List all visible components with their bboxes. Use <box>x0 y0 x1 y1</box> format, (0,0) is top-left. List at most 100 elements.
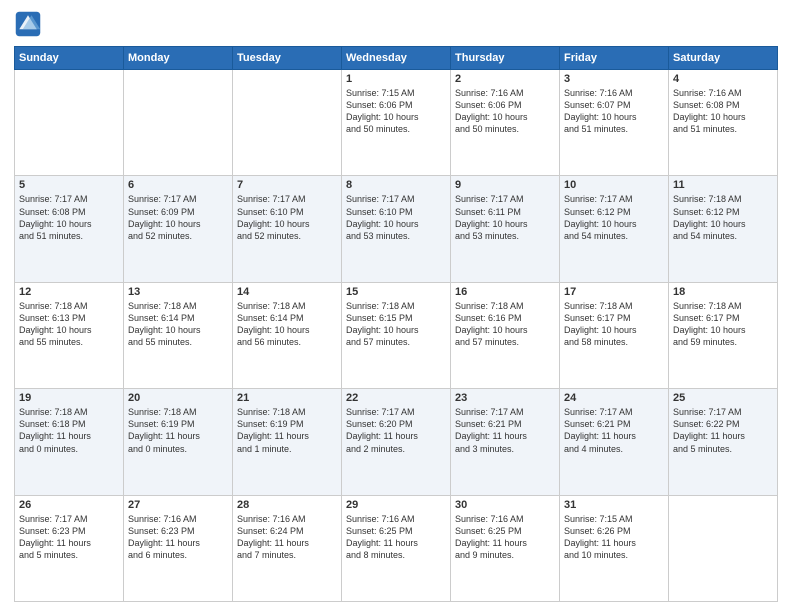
day-info: Sunrise: 7:16 AM Sunset: 6:25 PM Dayligh… <box>346 513 446 562</box>
day-cell: 10 Sunrise: 7:17 AM Sunset: 6:12 PM Dayli… <box>560 176 669 282</box>
week-row-1: 1Sunrise: 7:15 AM Sunset: 6:06 PM Daylig… <box>15 70 778 176</box>
day-cell: 21 Sunrise: 7:18 AM Sunset: 6:19 PM Dayli… <box>233 389 342 495</box>
day-cell: 22 Sunrise: 7:17 AM Sunset: 6:20 PM Dayli… <box>342 389 451 495</box>
day-info: Sunrise: 7:18 AM Sunset: 6:17 PM Dayligh… <box>564 300 664 349</box>
day-info: Sunrise: 7:16 AM Sunset: 6:25 PM Dayligh… <box>455 513 555 562</box>
day-cell <box>124 70 233 176</box>
day-number: 23 <box>455 392 555 404</box>
day-cell <box>669 495 778 601</box>
day-cell: 7 Sunrise: 7:17 AM Sunset: 6:10 PM Daylig… <box>233 176 342 282</box>
day-cell: 24Sunrise: 7:17 AM Sunset: 6:21 PM Dayli… <box>560 389 669 495</box>
day-number: 7 <box>237 179 337 191</box>
day-info: Sunrise: 7:16 AM Sunset: 6:23 PM Dayligh… <box>128 513 228 562</box>
day-number: 29 <box>346 499 446 511</box>
day-cell: 13Sunrise: 7:18 AM Sunset: 6:14 PM Dayli… <box>124 282 233 388</box>
day-number: 26 <box>19 499 119 511</box>
day-cell: 8 Sunrise: 7:17 AM Sunset: 6:10 PM Daylig… <box>342 176 451 282</box>
day-number: 2 <box>455 73 555 85</box>
day-number: 19 <box>19 392 119 404</box>
day-number: 17 <box>564 286 664 298</box>
weekday-header-row: SundayMondayTuesdayWednesdayThursdayFrid… <box>15 47 778 70</box>
day-number: 24 <box>564 392 664 404</box>
day-info: Sunrise: 7:17 AM Sunset: 6:20 PM Dayligh… <box>346 406 446 455</box>
day-info: Sunrise: 7:18 AM Sunset: 6:14 PM Dayligh… <box>237 300 337 349</box>
day-cell: 14 Sunrise: 7:18 AM Sunset: 6:14 PM Dayli… <box>233 282 342 388</box>
day-number: 31 <box>564 499 664 511</box>
day-number: 5 <box>19 179 119 191</box>
weekday-header-sunday: Sunday <box>15 47 124 70</box>
day-cell: 28 Sunrise: 7:16 AM Sunset: 6:24 PM Dayli… <box>233 495 342 601</box>
day-info: Sunrise: 7:17 AM Sunset: 6:12 PM Dayligh… <box>564 193 664 242</box>
day-cell: 29 Sunrise: 7:16 AM Sunset: 6:25 PM Dayli… <box>342 495 451 601</box>
weekday-header-wednesday: Wednesday <box>342 47 451 70</box>
day-info: Sunrise: 7:18 AM Sunset: 6:12 PM Dayligh… <box>673 193 773 242</box>
week-row-4: 19Sunrise: 7:18 AM Sunset: 6:18 PM Dayli… <box>15 389 778 495</box>
day-cell: 30 Sunrise: 7:16 AM Sunset: 6:25 PM Dayli… <box>451 495 560 601</box>
day-number: 3 <box>564 73 664 85</box>
week-row-5: 26 Sunrise: 7:17 AM Sunset: 6:23 PM Dayli… <box>15 495 778 601</box>
day-cell: 31 Sunrise: 7:15 AM Sunset: 6:26 PM Dayli… <box>560 495 669 601</box>
day-cell: 4 Sunrise: 7:16 AM Sunset: 6:08 PM Daylig… <box>669 70 778 176</box>
header <box>14 10 778 38</box>
logo-icon <box>14 10 42 38</box>
day-cell: 12Sunrise: 7:18 AM Sunset: 6:13 PM Dayli… <box>15 282 124 388</box>
day-number: 4 <box>673 73 773 85</box>
day-info: Sunrise: 7:15 AM Sunset: 6:26 PM Dayligh… <box>564 513 664 562</box>
day-number: 25 <box>673 392 773 404</box>
day-cell: 16Sunrise: 7:18 AM Sunset: 6:16 PM Dayli… <box>451 282 560 388</box>
day-number: 21 <box>237 392 337 404</box>
day-number: 14 <box>237 286 337 298</box>
day-info: Sunrise: 7:16 AM Sunset: 6:07 PM Dayligh… <box>564 87 664 136</box>
day-info: Sunrise: 7:18 AM Sunset: 6:19 PM Dayligh… <box>128 406 228 455</box>
day-cell: 2 Sunrise: 7:16 AM Sunset: 6:06 PM Daylig… <box>451 70 560 176</box>
weekday-header-saturday: Saturday <box>669 47 778 70</box>
day-number: 15 <box>346 286 446 298</box>
weekday-header-friday: Friday <box>560 47 669 70</box>
day-number: 12 <box>19 286 119 298</box>
day-number: 9 <box>455 179 555 191</box>
day-info: Sunrise: 7:17 AM Sunset: 6:08 PM Dayligh… <box>19 193 119 242</box>
day-cell: 20 Sunrise: 7:18 AM Sunset: 6:19 PM Dayli… <box>124 389 233 495</box>
day-info: Sunrise: 7:17 AM Sunset: 6:23 PM Dayligh… <box>19 513 119 562</box>
day-info: Sunrise: 7:16 AM Sunset: 6:24 PM Dayligh… <box>237 513 337 562</box>
day-number: 27 <box>128 499 228 511</box>
day-info: Sunrise: 7:17 AM Sunset: 6:09 PM Dayligh… <box>128 193 228 242</box>
day-cell: 1Sunrise: 7:15 AM Sunset: 6:06 PM Daylig… <box>342 70 451 176</box>
weekday-header-tuesday: Tuesday <box>233 47 342 70</box>
day-info: Sunrise: 7:16 AM Sunset: 6:08 PM Dayligh… <box>673 87 773 136</box>
day-info: Sunrise: 7:18 AM Sunset: 6:16 PM Dayligh… <box>455 300 555 349</box>
day-info: Sunrise: 7:17 AM Sunset: 6:10 PM Dayligh… <box>346 193 446 242</box>
day-number: 6 <box>128 179 228 191</box>
day-cell: 19Sunrise: 7:18 AM Sunset: 6:18 PM Dayli… <box>15 389 124 495</box>
day-cell: 3 Sunrise: 7:16 AM Sunset: 6:07 PM Daylig… <box>560 70 669 176</box>
day-info: Sunrise: 7:17 AM Sunset: 6:10 PM Dayligh… <box>237 193 337 242</box>
day-cell: 11Sunrise: 7:18 AM Sunset: 6:12 PM Dayli… <box>669 176 778 282</box>
day-number: 8 <box>346 179 446 191</box>
day-info: Sunrise: 7:17 AM Sunset: 6:11 PM Dayligh… <box>455 193 555 242</box>
week-row-3: 12Sunrise: 7:18 AM Sunset: 6:13 PM Dayli… <box>15 282 778 388</box>
day-number: 30 <box>455 499 555 511</box>
day-cell: 5 Sunrise: 7:17 AM Sunset: 6:08 PM Daylig… <box>15 176 124 282</box>
day-info: Sunrise: 7:17 AM Sunset: 6:22 PM Dayligh… <box>673 406 773 455</box>
week-row-2: 5 Sunrise: 7:17 AM Sunset: 6:08 PM Daylig… <box>15 176 778 282</box>
logo <box>14 10 46 38</box>
day-number: 20 <box>128 392 228 404</box>
day-info: Sunrise: 7:18 AM Sunset: 6:19 PM Dayligh… <box>237 406 337 455</box>
day-cell: 15 Sunrise: 7:18 AM Sunset: 6:15 PM Dayli… <box>342 282 451 388</box>
day-number: 10 <box>564 179 664 191</box>
day-info: Sunrise: 7:16 AM Sunset: 6:06 PM Dayligh… <box>455 87 555 136</box>
day-cell: 27 Sunrise: 7:16 AM Sunset: 6:23 PM Dayli… <box>124 495 233 601</box>
day-cell: 6 Sunrise: 7:17 AM Sunset: 6:09 PM Daylig… <box>124 176 233 282</box>
day-number: 28 <box>237 499 337 511</box>
day-info: Sunrise: 7:18 AM Sunset: 6:17 PM Dayligh… <box>673 300 773 349</box>
day-number: 13 <box>128 286 228 298</box>
day-info: Sunrise: 7:18 AM Sunset: 6:15 PM Dayligh… <box>346 300 446 349</box>
day-cell: 18Sunrise: 7:18 AM Sunset: 6:17 PM Dayli… <box>669 282 778 388</box>
day-number: 22 <box>346 392 446 404</box>
weekday-header-monday: Monday <box>124 47 233 70</box>
day-cell: 17 Sunrise: 7:18 AM Sunset: 6:17 PM Dayli… <box>560 282 669 388</box>
weekday-header-thursday: Thursday <box>451 47 560 70</box>
calendar-table: SundayMondayTuesdayWednesdayThursdayFrid… <box>14 46 778 602</box>
day-info: Sunrise: 7:17 AM Sunset: 6:21 PM Dayligh… <box>455 406 555 455</box>
day-cell: 9 Sunrise: 7:17 AM Sunset: 6:11 PM Daylig… <box>451 176 560 282</box>
